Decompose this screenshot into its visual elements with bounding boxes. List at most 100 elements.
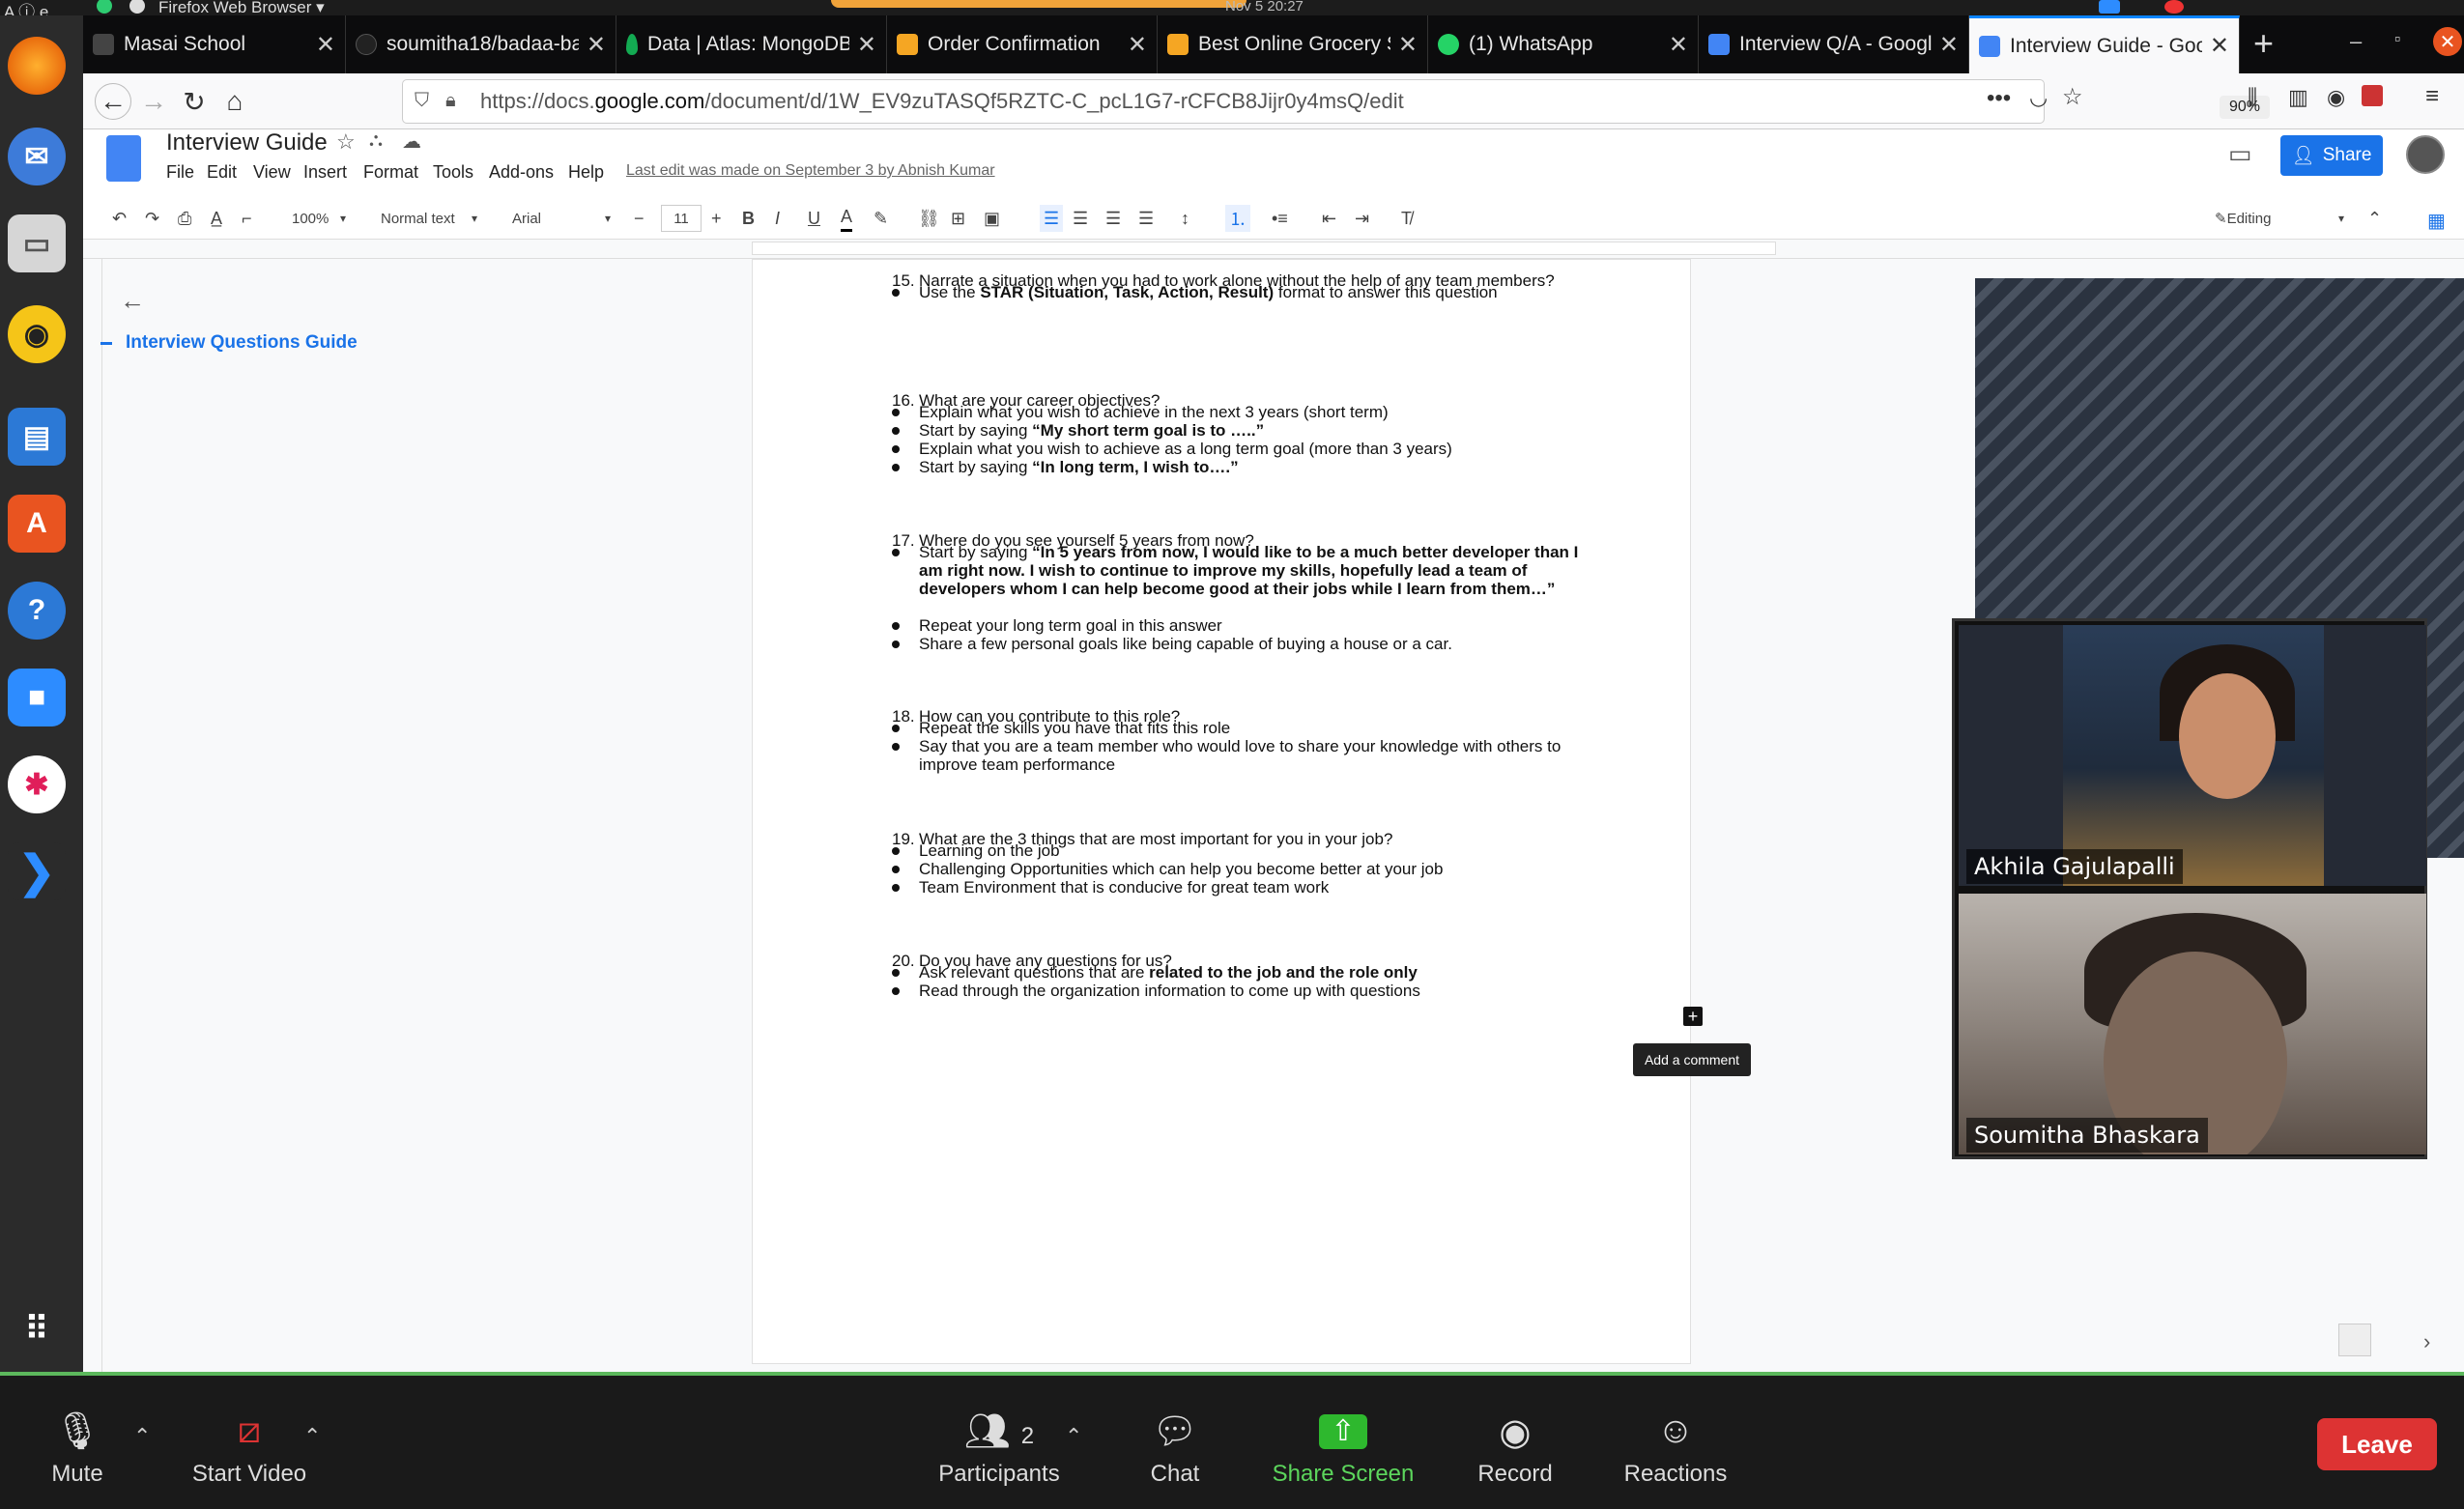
library-icon[interactable]: ⫼ (2248, 85, 2257, 110)
zoom-app-icon[interactable]: ■ (8, 669, 66, 726)
forward-icon[interactable]: → (135, 83, 172, 120)
menu-view[interactable]: View (253, 162, 291, 183)
participants-button[interactable]: 👥︎ 2 Participants (912, 1410, 1086, 1488)
align-center-icon[interactable]: ☰ (1073, 205, 1088, 232)
close-icon[interactable]: ✕ (1669, 31, 1688, 59)
close-icon[interactable]: ✕ (1939, 31, 1959, 59)
cloud-icon[interactable]: ☁ (402, 129, 421, 154)
italic-icon[interactable]: I (775, 205, 780, 232)
window-close-icon[interactable]: ✕ (2433, 27, 2462, 56)
video-panel[interactable]: Akhila Gajulapalli Soumitha Bhaskara (1952, 618, 2427, 1159)
chevron-up-icon[interactable]: ⌃ (1065, 1424, 1082, 1449)
restore-icon[interactable]: ▫ (2394, 29, 2400, 49)
font-size-decrease-icon[interactable]: − (634, 205, 645, 232)
leave-button[interactable]: Leave (2317, 1418, 2437, 1470)
close-icon[interactable]: ✕ (316, 31, 335, 59)
outline-back-icon[interactable]: ← (120, 286, 145, 316)
document-title[interactable]: Interview Guide (166, 129, 328, 157)
insert-comment-icon[interactable]: ⊞ (951, 205, 965, 232)
undo-icon[interactable]: ↶ (112, 205, 127, 232)
files-icon[interactable]: ▭ (8, 214, 66, 272)
spellcheck-icon[interactable]: A̲ (211, 205, 222, 232)
menu-file[interactable]: File (166, 162, 194, 183)
sidebar-icon[interactable]: ▥ (2288, 85, 2308, 110)
line-spacing-icon[interactable]: ↕ (1181, 205, 1189, 232)
menu-edit[interactable]: Edit (207, 162, 237, 183)
share-button[interactable]: 👤︎ Share (2280, 135, 2383, 176)
tab-interview-guide[interactable]: Interview Guide - Goo ✕ (1969, 15, 2240, 73)
close-icon[interactable]: ✕ (1128, 31, 1147, 59)
menu-tools[interactable]: Tools (433, 162, 473, 183)
slack-icon[interactable]: ✱ (8, 755, 66, 813)
rhythmbox-icon[interactable]: ◉ (8, 305, 66, 363)
menu-help[interactable]: Help (568, 162, 604, 183)
record-button[interactable]: ◉ Record (1428, 1410, 1602, 1488)
menu-format[interactable]: Format (363, 162, 418, 183)
menu-insert[interactable]: Insert (303, 162, 347, 183)
vscode-icon[interactable]: ❯ (8, 842, 66, 900)
redo-icon[interactable]: ↷ (145, 205, 159, 232)
tab-github[interactable]: soumitha18/badaa-ba ✕ (346, 15, 616, 73)
last-edit-link[interactable]: Last edit was made on September 3 by Abn… (626, 162, 995, 180)
add-comment-icon[interactable]: + (1683, 1007, 1703, 1026)
record-tray-icon[interactable] (2164, 0, 2184, 14)
text-color-icon[interactable]: A (841, 205, 853, 232)
reactions-button[interactable]: ☺︎ Reactions (1589, 1410, 1762, 1488)
new-tab-button[interactable]: + (2253, 23, 2274, 64)
editing-mode-select[interactable]: ✎ Editing (2215, 205, 2271, 232)
style-select[interactable]: Normal text (381, 205, 455, 232)
zoom-tray-icon[interactable] (2099, 0, 2120, 14)
pocket-icon[interactable]: ◡ (2029, 85, 2048, 110)
tab-grocery[interactable]: Best Online Grocery S ✕ (1158, 15, 1428, 73)
horizontal-ruler[interactable] (83, 240, 2464, 259)
more-icon[interactable]: ••• (1987, 85, 2011, 112)
start-video-button[interactable]: ⧄ Start Video (162, 1410, 336, 1488)
justify-icon[interactable]: ☰ (1138, 205, 1154, 232)
bookmark-star-icon[interactable]: ☆ (2062, 83, 2083, 111)
account-icon[interactable]: ◉ (2327, 85, 2345, 110)
back-icon[interactable]: ← (95, 83, 131, 120)
explore-icon[interactable] (2338, 1324, 2371, 1356)
tab-interview-qa[interactable]: Interview Q/A - Google ✕ (1699, 15, 1969, 73)
chat-button[interactable]: 💬︎ Chat (1088, 1410, 1262, 1488)
bulleted-list-icon[interactable]: •≡ (1272, 205, 1288, 232)
participant-tile[interactable]: Soumitha Bhaskara (1959, 894, 2426, 1154)
close-icon[interactable]: ✕ (857, 31, 876, 59)
decrease-indent-icon[interactable]: ⇤ (1322, 205, 1336, 232)
print-icon[interactable]: ⎙ (178, 205, 191, 232)
move-icon[interactable]: ⛬ (369, 129, 383, 152)
calendar-side-icon[interactable]: ▦ (2427, 209, 2446, 233)
extension-icon[interactable] (2362, 85, 2383, 106)
writer-icon[interactable]: ▤ (8, 408, 66, 466)
chevron-up-icon[interactable]: ⌃ (303, 1424, 321, 1449)
app-grid-icon[interactable]: ⠿ (8, 1300, 66, 1358)
comment-history-icon[interactable]: ▭ (2228, 139, 2252, 169)
align-left-icon[interactable]: ☰ (1040, 205, 1064, 232)
url-bar[interactable]: ⛉ 🔒︎ https://docs. google.com/document/d/… (402, 79, 2270, 124)
tab-whatsapp[interactable]: (1) WhatsApp ✕ (1428, 15, 1699, 73)
share-screen-button[interactable]: ⇧ Share Screen (1256, 1410, 1430, 1488)
increase-indent-icon[interactable]: ⇥ (1355, 205, 1369, 232)
font-select[interactable]: Arial (512, 205, 541, 232)
reload-icon[interactable]: ↻ (176, 83, 213, 120)
thunderbird-icon[interactable]: ✉ (8, 128, 66, 185)
help-icon[interactable]: ? (8, 582, 66, 640)
align-right-icon[interactable]: ☰ (1105, 205, 1121, 232)
insert-image-icon[interactable]: ▣ (984, 205, 1000, 232)
software-icon[interactable]: A (8, 495, 66, 553)
tab-masai[interactable]: Masai School ✕ (83, 15, 346, 73)
firefox-icon[interactable] (8, 37, 66, 95)
bold-icon[interactable]: B (742, 205, 755, 232)
menu-addons[interactable]: Add-ons (489, 162, 554, 183)
docs-logo-icon[interactable] (106, 135, 141, 182)
avatar[interactable] (2406, 135, 2445, 174)
hamburger-menu-icon[interactable]: ≡ (2425, 83, 2439, 110)
document-page[interactable]: 15. Narrate a situation when you had to w… (752, 259, 1691, 1364)
zoom-level[interactable]: 90% (2220, 96, 2270, 119)
tab-mongodb[interactable]: Data | Atlas: MongoDB ✕ (616, 15, 887, 73)
close-icon[interactable]: ✕ (1398, 31, 1418, 59)
outline-heading[interactable]: Interview Questions Guide (126, 332, 358, 354)
paint-format-icon[interactable]: ⌐ (242, 205, 252, 232)
tab-order-confirmation[interactable]: Order Confirmation ✕ (887, 15, 1158, 73)
font-size-increase-icon[interactable]: + (711, 205, 722, 232)
